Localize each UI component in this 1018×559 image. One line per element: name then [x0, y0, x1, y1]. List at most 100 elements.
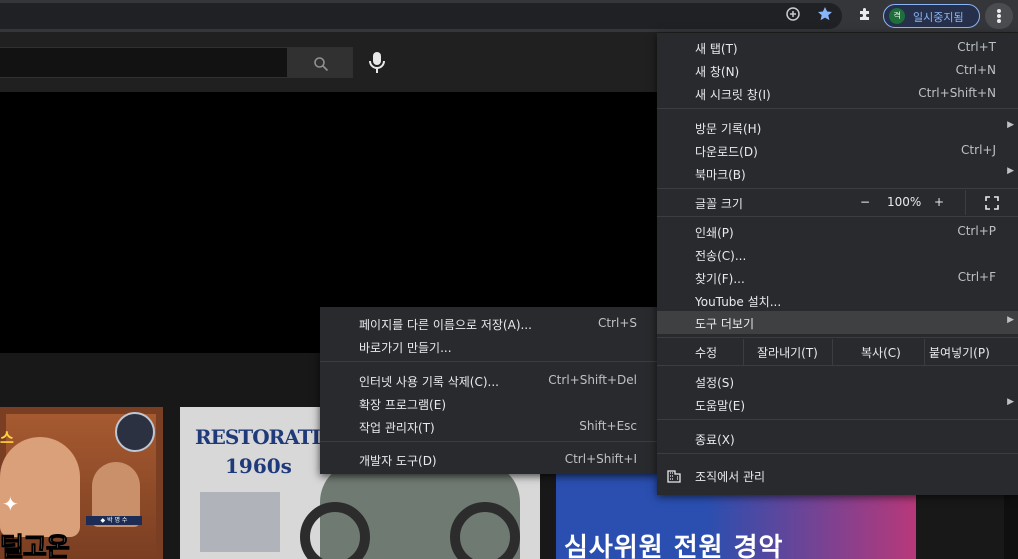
- cut-button[interactable]: 잘라내기(T): [743, 339, 832, 365]
- submenu-arrow-icon: ▶: [1007, 315, 1014, 325]
- browser-window: 격 일시중지됨 ◆ 박 명 수 스 ✦ 털고온 RESTORATION 1960…: [0, 0, 1018, 559]
- menu-item-developer-tools[interactable]: 개발자 도구(D) Ctrl+Shift+I: [320, 448, 659, 471]
- profile-avatar: 격: [889, 8, 905, 24]
- microphone-icon: [369, 52, 385, 73]
- menu-item-shortcut: Ctrl+N: [955, 63, 996, 77]
- video-thumbnail[interactable]: ◆ 박 명 수 스 ✦ 털고온: [0, 407, 163, 559]
- address-bar[interactable]: [0, 3, 842, 29]
- menu-item-install-youtube[interactable]: YouTube 설치...: [657, 289, 1018, 312]
- menu-separator: [657, 188, 1018, 189]
- thumbnail-person: [0, 437, 80, 537]
- menu-item-shortcut: Ctrl+P: [957, 224, 996, 238]
- zoom-indicator-icon[interactable]: [783, 6, 803, 26]
- zoom-control-row: 글꼴 크기 − 100% +: [657, 190, 1018, 215]
- menu-item-label: 작업 관리자(T): [359, 421, 435, 435]
- thumbnail-machine: [200, 492, 280, 552]
- voice-search-button[interactable]: [366, 50, 388, 76]
- menu-item-label: 찾기(F)...: [695, 272, 745, 286]
- thumbnail-nametag: ◆ 박 명 수: [86, 516, 142, 525]
- menu-item-label: 방문 기록(H): [695, 122, 762, 136]
- menu-item-cast[interactable]: 전송(C)...: [657, 243, 1018, 266]
- menu-item-label: 종료(X): [695, 433, 735, 447]
- menu-item-print[interactable]: 인쇄(P) Ctrl+P: [657, 220, 1018, 243]
- zoom-out-button[interactable]: −: [860, 195, 870, 209]
- menu-item-label: YouTube 설치...: [695, 295, 782, 309]
- menu-item-label: 새 창(N): [695, 65, 740, 79]
- menu-item-label: 조직에서 관리: [695, 470, 766, 484]
- bookmark-star-icon[interactable]: [815, 6, 835, 26]
- menu-item-label: 도구 더보기: [695, 317, 755, 331]
- menu-item-label: 개발자 도구(D): [359, 454, 437, 468]
- menu-item-downloads[interactable]: 다운로드(D) Ctrl+J: [657, 139, 1018, 162]
- menu-item-settings[interactable]: 설정(S): [657, 370, 1018, 393]
- menu-item-label: 확장 프로그램(E): [359, 398, 447, 412]
- menu-item-shortcut: Ctrl+Shift+Del: [548, 373, 637, 387]
- submenu-arrow-icon: ▶: [1007, 397, 1014, 407]
- kebab-dot-icon: [997, 14, 1001, 18]
- thumbnail-caption-top: 스: [0, 429, 14, 447]
- kebab-dot-icon: [997, 19, 1001, 23]
- paste-button[interactable]: 붙여넣기(P): [924, 339, 1018, 365]
- fullscreen-button[interactable]: [965, 190, 1018, 215]
- zoom-control: − 100% +: [847, 190, 965, 215]
- menu-item-shortcut: Ctrl+S: [597, 316, 637, 330]
- menu-separator: [320, 441, 659, 442]
- profile-status-label: 일시중지됨: [913, 11, 964, 24]
- menu-item-more-tools[interactable]: 도구 더보기 ▶: [657, 311, 1018, 334]
- menu-item-new-window[interactable]: 새 창(N) Ctrl+N: [657, 59, 1018, 82]
- thumbnail-seal-icon: [115, 412, 155, 452]
- sparkle-icon: ✦: [2, 492, 19, 516]
- menu-item-save-page[interactable]: 페이지를 다른 이름으로 저장(A)... Ctrl+S: [320, 312, 659, 335]
- menu-item-label: 인쇄(P): [695, 226, 734, 240]
- edit-control-row: 수정 잘라내기(T) 복사(C) 붙여넣기(P): [657, 339, 1018, 365]
- search-button[interactable]: [288, 47, 353, 78]
- menu-item-bookmarks[interactable]: 북마크(B) ▶: [657, 162, 1018, 185]
- menu-item-find[interactable]: 찾기(F)... Ctrl+F: [657, 266, 1018, 289]
- submenu-arrow-icon: ▶: [1007, 166, 1014, 176]
- menu-item-task-manager[interactable]: 작업 관리자(T) Shift+Esc: [320, 415, 659, 438]
- zoom-in-button[interactable]: +: [934, 195, 944, 209]
- menu-separator: [657, 453, 1018, 454]
- menu-item-extensions[interactable]: 확장 프로그램(E): [320, 392, 659, 415]
- menu-item-managed-by-organization[interactable]: 조직에서 관리: [657, 464, 1018, 487]
- menu-item-label: 전송(C)...: [695, 249, 747, 263]
- kebab-dot-icon: [997, 9, 1001, 13]
- copy-button[interactable]: 복사(C): [832, 339, 924, 365]
- menu-item-label: 설정(S): [695, 376, 735, 390]
- zoom-level-value: 100%: [887, 195, 922, 209]
- menu-item-exit[interactable]: 종료(X): [657, 427, 1018, 450]
- search-input[interactable]: [0, 47, 288, 78]
- menu-separator: [320, 361, 659, 362]
- menu-item-label: 새 시크릿 창(I): [695, 88, 771, 102]
- thumbnail-caption: 심사위원 전원 경악: [564, 533, 784, 559]
- menu-item-new-tab[interactable]: 새 탭(T) Ctrl+T: [657, 36, 1018, 59]
- building-icon: [667, 470, 681, 483]
- search-icon: [314, 57, 329, 72]
- zoom-label: 글꼴 크기: [695, 197, 743, 211]
- menu-item-clear-browsing-data[interactable]: 인터넷 사용 기록 삭제(C)... Ctrl+Shift+Del: [320, 369, 659, 392]
- browser-menu-button[interactable]: [985, 3, 1013, 29]
- paste-label: 붙여넣기(P): [929, 346, 990, 360]
- menu-item-history[interactable]: 방문 기록(H) ▶: [657, 116, 1018, 139]
- fullscreen-icon: [985, 196, 999, 210]
- menu-item-label: 인터넷 사용 기록 삭제(C)...: [359, 375, 499, 389]
- menu-item-label: 페이지를 다른 이름으로 저장(A)...: [359, 318, 532, 332]
- menu-item-new-incognito-window[interactable]: 새 시크릿 창(I) Ctrl+Shift+N: [657, 82, 1018, 105]
- menu-item-create-shortcut[interactable]: 바로가기 만들기...: [320, 335, 659, 358]
- menu-item-shortcut: Ctrl+J: [961, 143, 996, 157]
- menu-separator: [657, 337, 1018, 338]
- menu-item-shortcut: Ctrl+F: [957, 270, 996, 284]
- menu-item-label: 다운로드(D): [695, 145, 758, 159]
- menu-item-shortcut: Ctrl+T: [957, 40, 996, 54]
- menu-separator: [657, 216, 1018, 217]
- menu-item-help[interactable]: 도움말(E) ▶: [657, 393, 1018, 416]
- menu-item-label: 북마크(B): [695, 168, 746, 182]
- menu-separator: [657, 419, 1018, 420]
- copy-label: 복사(C): [861, 346, 901, 360]
- browser-toolbar: 격 일시중지됨: [0, 0, 1018, 32]
- menu-item-label: 새 탭(T): [695, 42, 738, 56]
- extensions-puzzle-icon[interactable]: [855, 6, 875, 26]
- profile-chip[interactable]: 격 일시중지됨: [883, 4, 980, 28]
- menu-separator: [657, 108, 1018, 109]
- menu-item-shortcut: Ctrl+Shift+N: [918, 86, 996, 100]
